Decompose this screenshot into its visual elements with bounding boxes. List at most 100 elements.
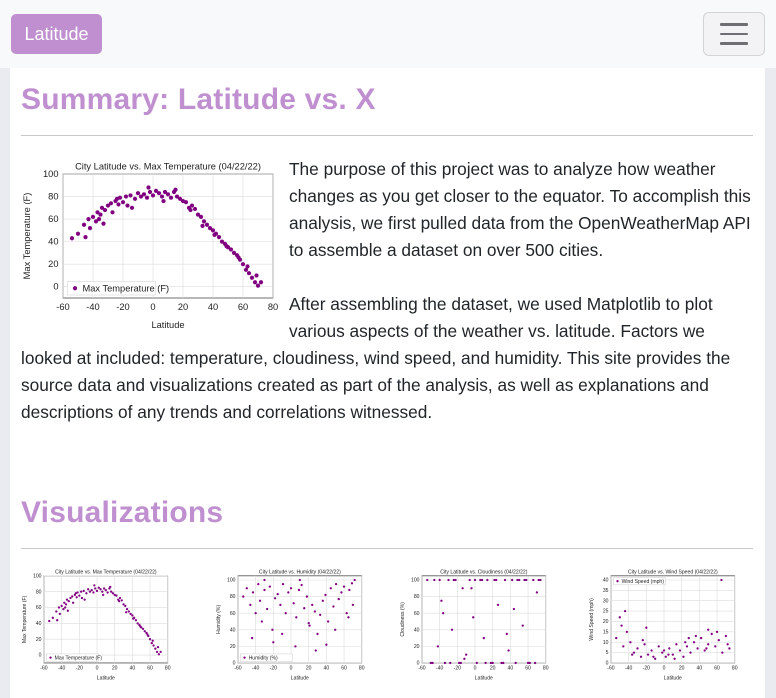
data-point	[87, 226, 93, 231]
data-point	[245, 264, 250, 269]
data-point	[146, 633, 149, 636]
data-point	[82, 589, 85, 593]
data-point	[83, 598, 86, 601]
data-point	[484, 661, 487, 665]
data-point	[661, 651, 664, 654]
data-point	[668, 647, 671, 650]
data-point	[687, 636, 690, 640]
data-point	[141, 192, 147, 197]
data-point	[64, 606, 67, 609]
data-point	[110, 210, 115, 215]
data-point	[272, 641, 275, 644]
x-tick-label: 40	[208, 302, 218, 312]
data-point	[94, 587, 97, 590]
data-point	[115, 594, 118, 597]
data-point	[300, 583, 303, 587]
data-point	[289, 587, 293, 590]
data-point	[131, 614, 134, 617]
data-point	[120, 599, 123, 602]
data-point	[254, 273, 259, 278]
plot-area	[43, 575, 169, 664]
data-point	[200, 223, 205, 228]
thumbnail-wind-speed[interactable]: City Latitude vs. Wind Speed (04/22/22) -…	[588, 566, 738, 681]
data-point	[472, 616, 475, 619]
y-tick-label: 60	[36, 605, 42, 611]
data-point	[682, 655, 685, 658]
x-tick-label: 0	[96, 666, 99, 672]
y-tick-label: 80	[36, 589, 42, 595]
data-point	[314, 649, 317, 652]
x-tick-label: -60	[56, 302, 69, 312]
x-tick-label: 60	[238, 302, 248, 312]
data-point	[129, 612, 132, 616]
summary-heading: Summary: Latitude vs. X	[21, 83, 376, 116]
y-tick-label: 100	[227, 578, 236, 584]
data-point	[192, 206, 198, 212]
data-point	[281, 582, 285, 586]
data-point	[74, 592, 77, 595]
thumbnail-cloudiness[interactable]: City Latitude vs. Cloudiness (04/22/22) -…	[399, 566, 549, 681]
data-point	[67, 600, 70, 603]
data-point	[109, 590, 113, 593]
data-point	[188, 207, 193, 213]
data-point	[486, 578, 489, 582]
data-point	[251, 591, 255, 594]
y-axis-label: Max Temperature (F)	[22, 595, 28, 643]
data-point	[132, 196, 138, 201]
x-tick-label: -40	[86, 302, 99, 312]
data-point	[689, 651, 692, 654]
data-point	[257, 582, 260, 586]
x-tick-label: -20	[454, 666, 462, 672]
summary-temperature-chart[interactable]: City Latitude vs. Max Temperature (04/22…	[21, 156, 279, 331]
data-point	[326, 620, 330, 623]
thumbnail-humidity[interactable]: City Latitude vs. Humidity (04/22/22) -60…	[215, 566, 365, 681]
data-point	[491, 661, 494, 665]
data-point	[710, 632, 713, 636]
data-point	[440, 599, 443, 602]
data-point	[287, 591, 290, 594]
data-point	[71, 601, 75, 604]
x-tick-label: -20	[643, 666, 651, 672]
data-point	[495, 578, 498, 582]
data-point	[685, 645, 689, 648]
data-point	[228, 247, 234, 252]
brand-button[interactable]: Latitude	[11, 14, 102, 54]
data-point	[92, 591, 95, 594]
data-point	[258, 280, 264, 285]
data-point	[71, 595, 74, 598]
data-point	[707, 628, 710, 631]
x-tick-label: 80	[732, 666, 738, 672]
legend-label: Humidity (%)	[249, 655, 278, 661]
x-axis-label: Latitude	[475, 675, 493, 681]
x-tick-label: 40	[324, 666, 330, 672]
data-point	[260, 620, 263, 623]
thumbnail-temperature[interactable]: City Latitude vs. Max Temperature (04/22…	[21, 566, 171, 681]
data-point	[97, 586, 100, 589]
plot-area	[237, 575, 363, 664]
data-point	[292, 602, 295, 605]
x-tick-label: 60	[147, 666, 153, 672]
data-point	[535, 591, 539, 594]
x-tick-label: 20	[112, 666, 118, 672]
data-point	[127, 610, 130, 613]
x-tick-label: -40	[252, 666, 260, 672]
data-point	[81, 222, 87, 227]
data-point	[433, 578, 436, 582]
legend-marker	[616, 580, 619, 583]
data-point	[90, 588, 93, 592]
y-tick-label: 20	[36, 637, 42, 643]
menu-toggle-button[interactable]	[703, 12, 765, 56]
legend-marker	[243, 656, 246, 659]
x-tick-label: 40	[130, 666, 136, 672]
divider	[21, 135, 753, 136]
data-point	[705, 647, 708, 650]
data-point	[265, 607, 269, 611]
data-point	[313, 610, 317, 613]
legend-label: Max Temperature (F)	[83, 283, 170, 293]
data-point	[108, 201, 114, 206]
data-point	[459, 661, 463, 665]
data-point	[449, 661, 452, 665]
data-point	[532, 578, 535, 582]
data-point	[173, 187, 178, 192]
data-point	[329, 587, 332, 590]
